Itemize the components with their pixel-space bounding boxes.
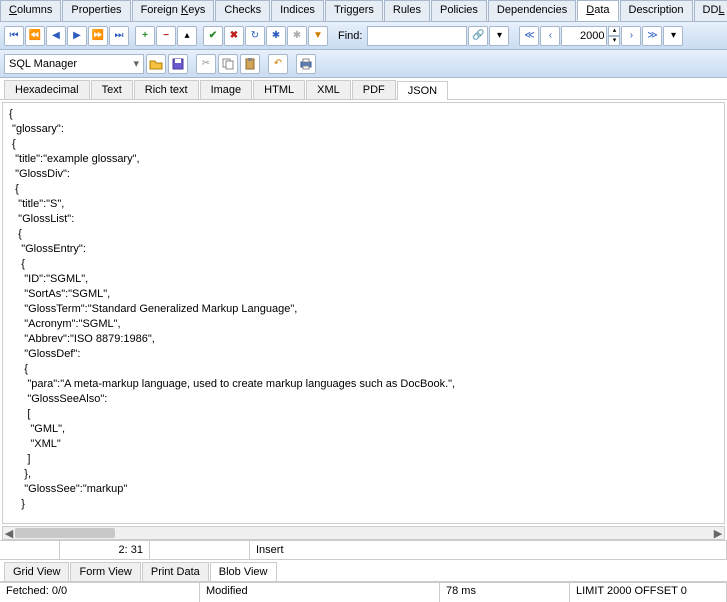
tab-properties[interactable]: Properties (62, 0, 130, 21)
status-limit: LIMIT 2000 OFFSET 0 (570, 582, 727, 602)
tab-ddl[interactable]: DDL (694, 0, 727, 21)
format-tab-json[interactable]: JSON (397, 81, 448, 100)
first-record-button[interactable]: ⏮ (4, 26, 24, 46)
format-tab-image[interactable]: Image (200, 80, 253, 99)
editor-dropdown[interactable]: SQL Manager▾ (4, 54, 144, 74)
format-tab-hexadecimal[interactable]: Hexadecimal (4, 80, 90, 99)
find-label: Find: (338, 30, 362, 42)
edit-mode: Insert (250, 541, 727, 559)
page-next-button[interactable]: › (621, 26, 641, 46)
find-options-dropdown[interactable]: ▾ (489, 26, 509, 46)
format-tab-xml[interactable]: XML (306, 80, 351, 99)
scroll-left-icon[interactable]: ◀ (3, 527, 15, 539)
nav-toolbar: ⏮ ⏪ ◀ ▶ ⏩ ⏭ + − ▴ ✔ ✖ ↻ ✱ ✱ ▼ Find: 🔗 ▾ … (0, 22, 727, 50)
json-content-view[interactable]: { "glossary": { "title":"example glossar… (2, 102, 725, 524)
format-tab-pdf[interactable]: PDF (352, 80, 396, 99)
filter-button[interactable]: ▼ (308, 26, 328, 46)
goto-bookmark-button[interactable]: ✱ (287, 26, 307, 46)
tab-rules[interactable]: Rules (384, 0, 430, 21)
format-tab-richtext[interactable]: Rich text (134, 80, 199, 99)
content-format-tabs: Hexadecimal Text Rich text Image HTML XM… (0, 78, 727, 100)
tab-checks[interactable]: Checks (215, 0, 270, 21)
refresh-button[interactable]: ↻ (245, 26, 265, 46)
scroll-right-icon[interactable]: ▶ (712, 527, 724, 539)
commit-button[interactable]: ✔ (203, 26, 223, 46)
last-record-button[interactable]: ⏭ (109, 26, 129, 46)
view-tab-form[interactable]: Form View (70, 562, 140, 581)
paste-button[interactable] (240, 54, 260, 74)
edit-record-button[interactable]: ▴ (177, 26, 197, 46)
cursor-position: 2: 31 (60, 541, 150, 559)
next-record-button[interactable]: ▶ (67, 26, 87, 46)
limit-input[interactable] (561, 26, 607, 46)
add-record-button[interactable]: + (135, 26, 155, 46)
prev-page-button[interactable]: ⏪ (25, 26, 45, 46)
copy-button[interactable] (218, 54, 238, 74)
view-tab-blob[interactable]: Blob View (210, 562, 277, 581)
cancel-button[interactable]: ✖ (224, 26, 244, 46)
edit-toolbar: SQL Manager▾ ✂ ↶ (0, 50, 727, 78)
open-file-button[interactable] (146, 54, 166, 74)
status-modified: Modified (200, 582, 440, 602)
find-input[interactable] (367, 26, 467, 46)
prev-record-button[interactable]: ◀ (46, 26, 66, 46)
editor-status-row: 2: 31 Insert (0, 540, 727, 560)
tab-policies[interactable]: Policies (431, 0, 487, 21)
print-button[interactable] (296, 54, 316, 74)
undo-button[interactable]: ↶ (268, 54, 288, 74)
horizontal-scrollbar[interactable]: ◀ ▶ (2, 526, 725, 540)
limit-up-button[interactable]: ▴ (608, 26, 620, 36)
view-tab-print[interactable]: Print Data (142, 562, 209, 581)
save-file-button[interactable] (168, 54, 188, 74)
status-bar: Fetched: 0/0 Modified 78 ms LIMIT 2000 O… (0, 582, 727, 602)
format-tab-text[interactable]: Text (91, 80, 133, 99)
status-fetched: Fetched: 0/0 (0, 582, 200, 602)
tab-triggers[interactable]: Triggers (325, 0, 383, 21)
tab-indices[interactable]: Indices (271, 0, 324, 21)
status-blank1 (0, 541, 60, 559)
view-mode-tabs: Grid View Form View Print Data Blob View (0, 560, 727, 582)
tab-foreign-keys[interactable]: Foreign Keys (132, 0, 215, 21)
tab-dependencies[interactable]: Dependencies (488, 0, 576, 21)
next-page-button[interactable]: ⏩ (88, 26, 108, 46)
view-tab-grid[interactable]: Grid View (4, 562, 69, 581)
limit-down-button[interactable]: ▾ (608, 36, 620, 46)
top-tabs: Columns Properties Foreign Keys Checks I… (0, 0, 727, 22)
scrollbar-thumb[interactable] (15, 528, 115, 538)
tab-data[interactable]: Data (577, 0, 618, 21)
bookmark-button[interactable]: ✱ (266, 26, 286, 46)
page-prev-button[interactable]: ‹ (540, 26, 560, 46)
page-first-button[interactable]: ≪ (519, 26, 539, 46)
page-dropdown-button[interactable]: ▾ (663, 26, 683, 46)
cut-button[interactable]: ✂ (196, 54, 216, 74)
format-tab-html[interactable]: HTML (253, 80, 305, 99)
status-blank2 (150, 541, 250, 559)
tab-columns[interactable]: Columns (0, 0, 61, 21)
delete-record-button[interactable]: − (156, 26, 176, 46)
find-options-button[interactable]: 🔗 (468, 26, 488, 46)
status-time: 78 ms (440, 582, 570, 602)
page-last-button[interactable]: ≫ (642, 26, 662, 46)
tab-description[interactable]: Description (620, 0, 693, 21)
